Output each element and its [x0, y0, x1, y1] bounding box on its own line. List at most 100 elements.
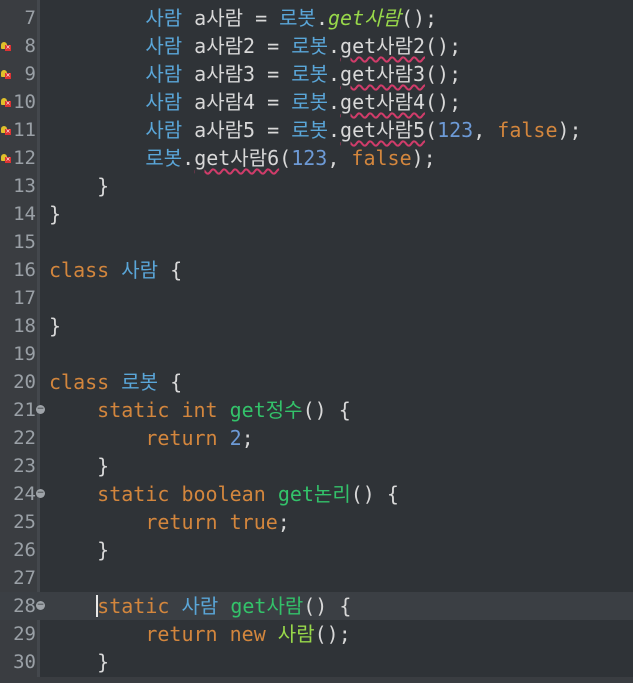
code-token: get사람2	[340, 34, 426, 58]
code-line[interactable]: 7 사람 a사람 = 로봇.get사람();	[0, 4, 633, 32]
error-quickfix-icon[interactable]: ×	[1, 42, 11, 51]
code-text: }	[49, 649, 109, 675]
line-number: 30	[13, 651, 36, 673]
code-line[interactable]: 30 }	[0, 648, 633, 676]
code-token: get사람	[230, 594, 304, 618]
error-quickfix-icon[interactable]: ×	[1, 70, 11, 79]
code-line[interactable]: 13 }	[0, 172, 633, 200]
code-line[interactable]: 8 × 사람 a사람2 = 로봇.get사람2();	[0, 32, 633, 60]
code-token: a사람4 =	[182, 90, 292, 114]
code-token: ;	[277, 510, 290, 534]
code-token: false	[497, 118, 558, 142]
code-text: 사람 a사람5 = 로봇.get사람5(123, false);	[49, 117, 581, 143]
code-token: (	[279, 146, 292, 170]
code-line[interactable]: 25 return true;	[0, 508, 633, 536]
code-token: 사람	[145, 34, 183, 58]
code-token: }	[49, 314, 62, 338]
code-line[interactable]: 29 return new 사람();	[0, 620, 633, 648]
line-number: 19	[13, 343, 36, 365]
code-line[interactable]: 11 × 사람 a사람5 = 로봇.get사람5(123, false);	[0, 116, 633, 144]
code-text: return true;	[49, 509, 290, 535]
code-text: }	[49, 201, 61, 227]
code-token: new	[229, 622, 266, 646]
code-line[interactable]: 20 class 로봇 {	[0, 368, 633, 396]
code-token: }	[97, 174, 110, 198]
code-token: static	[97, 398, 170, 422]
code-line[interactable]: 21− static int get정수() {	[0, 396, 633, 424]
code-token: get논리	[277, 482, 351, 506]
code-token: }	[49, 202, 62, 226]
code-token: int	[181, 398, 218, 422]
code-token: 사람	[145, 6, 183, 30]
error-quickfix-icon[interactable]: ×	[1, 154, 11, 163]
line-number: 26	[13, 539, 36, 561]
code-text: class 사람 {	[49, 257, 182, 283]
code-token: ();	[314, 622, 351, 646]
code-token: 사람	[277, 622, 315, 646]
code-token: class	[49, 258, 110, 282]
line-number: 22	[13, 427, 36, 449]
code-token: ;	[241, 426, 254, 450]
code-text: }	[49, 313, 61, 339]
code-text: return 2;	[49, 425, 254, 451]
code-line[interactable]: 27	[0, 564, 633, 592]
code-text: 사람 a사람3 = 로봇.get사람3();	[49, 61, 461, 87]
code-token: () {	[303, 594, 352, 618]
fold-toggle-icon[interactable]: −	[36, 489, 45, 498]
line-number: 21	[13, 399, 36, 421]
code-token: .	[328, 62, 341, 86]
code-line[interactable]: 12 × 로봇.get사람6(123, false);	[0, 144, 633, 172]
fold-toggle-icon[interactable]: −	[36, 601, 45, 610]
code-line[interactable]: 15	[0, 228, 633, 256]
code-token: get사람	[328, 6, 401, 30]
code-token: a사람2 =	[182, 34, 292, 58]
code-line[interactable]: 24− static boolean get논리() {	[0, 480, 633, 508]
code-line[interactable]: 23 }	[0, 452, 633, 480]
code-token: 로봇	[121, 370, 159, 394]
code-line[interactable]: 16 class 사람 {	[0, 256, 633, 284]
code-text: static 사람 get사람() {	[49, 593, 351, 619]
code-token: a사람5 =	[182, 118, 292, 142]
code-editor[interactable]: 7 사람 a사람 = 로봇.get사람(); 8 × 사람 a사람2 = 로봇.ge…	[0, 0, 633, 683]
code-token: 로봇	[291, 118, 328, 142]
code-text: 사람 a사람4 = 로봇.get사람4();	[49, 89, 461, 115]
error-quickfix-icon[interactable]: ×	[1, 98, 11, 107]
code-token: static	[97, 594, 170, 618]
horizontal-scrollbar[interactable]	[0, 677, 633, 683]
code-line[interactable]: 28− static 사람 get사람() {	[0, 592, 633, 620]
line-number: 27	[13, 567, 36, 589]
code-token: 사람	[121, 258, 159, 282]
code-line[interactable]: 26 }	[0, 536, 633, 564]
code-token: () {	[302, 398, 351, 422]
code-token: 로봇	[291, 34, 328, 58]
line-number: 15	[13, 231, 36, 253]
code-line[interactable]: 19	[0, 340, 633, 368]
code-token: 사람	[145, 62, 183, 86]
code-token: static	[97, 482, 170, 506]
code-token: 사람	[181, 594, 219, 618]
code-line[interactable]: 10 × 사람 a사람4 = 로봇.get사람4();	[0, 88, 633, 116]
code-line[interactable]: 22 return 2;	[0, 424, 633, 452]
code-text: 사람 a사람 = 로봇.get사람();	[49, 5, 437, 31]
text-caret	[96, 595, 98, 617]
fold-toggle-icon[interactable]: −	[36, 405, 45, 414]
code-line[interactable]: 9 × 사람 a사람3 = 로봇.get사람3();	[0, 60, 633, 88]
code-token: );	[411, 146, 436, 170]
code-token: }	[97, 650, 110, 674]
line-number: 7	[24, 7, 36, 29]
code-line[interactable]: 18}	[0, 312, 633, 340]
code-text: }	[49, 453, 109, 479]
code-line[interactable]: 14}	[0, 200, 633, 228]
code-token: .	[182, 146, 195, 170]
code-token: .	[328, 90, 341, 114]
code-token: 로봇	[145, 146, 183, 170]
code-line[interactable]: 17	[0, 284, 633, 312]
error-quickfix-icon[interactable]: ×	[1, 126, 11, 135]
